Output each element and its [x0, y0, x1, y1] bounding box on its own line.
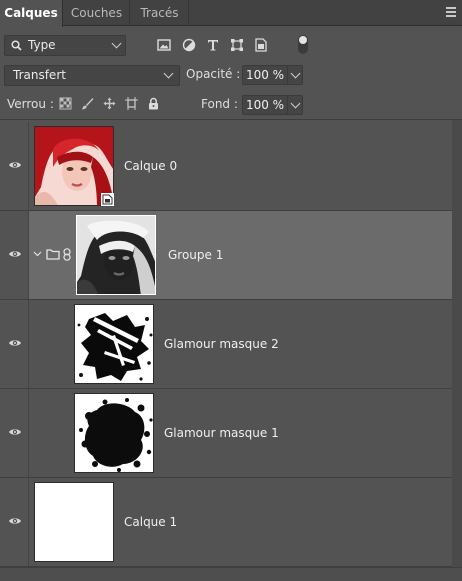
- lock-label: Verrou :: [7, 97, 54, 111]
- smart-object-badge-icon: [101, 193, 114, 206]
- panel-menu-icon[interactable]: [446, 7, 456, 17]
- eye-icon[interactable]: [8, 516, 22, 526]
- type-filter-icon[interactable]: [206, 38, 220, 52]
- eye-icon[interactable]: [8, 249, 22, 259]
- chevron-down-icon: [111, 38, 122, 49]
- opacity-dropdown-button[interactable]: [288, 65, 303, 85]
- blend-mode-value: Transfert: [13, 68, 66, 82]
- filter-kind-select[interactable]: Type: [4, 35, 126, 56]
- shape-filter-icon[interactable]: [230, 38, 244, 52]
- layer-name: Glamour masque 1: [164, 426, 279, 440]
- lock-transparent-icon[interactable]: [59, 97, 72, 110]
- lock-artboard-icon[interactable]: [125, 97, 138, 110]
- panel-footer: [0, 567, 462, 581]
- search-icon: [11, 40, 22, 51]
- image-filter-icon[interactable]: [157, 38, 171, 52]
- layer-thumbnail[interactable]: [34, 482, 114, 562]
- panel-tab-bar: Calques Couches Tracés: [0, 0, 462, 27]
- adjustment-filter-icon[interactable]: [182, 38, 196, 52]
- chevron-down-icon: [163, 68, 174, 79]
- chevron-down-icon: [290, 98, 301, 109]
- layer-row-groupe-1[interactable]: Groupe 1: [0, 211, 452, 300]
- visibility-column: [0, 211, 29, 299]
- filter-toggle-switch[interactable]: [298, 35, 308, 54]
- inverted-portrait-thumbnail: [77, 216, 155, 294]
- layer-name: Calque 0: [124, 159, 178, 173]
- lock-all-icon[interactable]: [147, 97, 160, 110]
- visibility-column: [0, 122, 29, 210]
- opacity-input[interactable]: 100 %: [242, 65, 288, 85]
- opacity-label: Opacité :: [186, 67, 241, 81]
- filter-kind-label: Type: [28, 38, 56, 52]
- fill-value: 100 %: [245, 98, 285, 112]
- chevron-down-icon: [290, 68, 301, 79]
- folder-icon: [46, 249, 60, 260]
- blend-mode-select[interactable]: Transfert: [4, 65, 180, 86]
- chain-link-icon[interactable]: [63, 248, 71, 261]
- layer-name: Groupe 1: [168, 248, 224, 262]
- layer-thumbnail[interactable]: [74, 393, 154, 473]
- layer-mask-thumbnail[interactable]: [76, 215, 156, 295]
- layer-row-calque-0[interactable]: Calque 0: [0, 122, 452, 211]
- layer-row-glamour-masque-1[interactable]: Glamour masque 1: [0, 389, 452, 478]
- layer-name: Calque 1: [124, 515, 178, 529]
- visibility-column: [0, 300, 29, 388]
- layer-row-glamour-masque-2[interactable]: Glamour masque 2: [0, 300, 452, 389]
- visibility-column: [0, 478, 29, 566]
- divider: [0, 119, 462, 120]
- lock-position-icon[interactable]: [103, 97, 116, 110]
- layer-row-calque-1[interactable]: Calque 1: [0, 478, 452, 567]
- eye-icon[interactable]: [8, 427, 22, 437]
- layer-name: Glamour masque 2: [164, 337, 279, 351]
- layer-thumbnail[interactable]: [74, 304, 154, 384]
- visibility-column: [0, 389, 29, 477]
- tab-calques[interactable]: Calques: [0, 0, 63, 27]
- brush-mask-thumbnail: [75, 305, 153, 383]
- fill-label: Fond :: [201, 97, 238, 111]
- splatter-mask-thumbnail: [75, 394, 153, 472]
- layers-scrollbar[interactable]: [452, 120, 462, 567]
- opacity-value: 100 %: [245, 68, 285, 82]
- chevron-down-icon[interactable]: [33, 251, 42, 257]
- lock-image-icon[interactable]: [81, 97, 94, 110]
- tab-traces[interactable]: Tracés: [131, 0, 189, 26]
- tab-couches[interactable]: Couches: [64, 0, 130, 26]
- fill-input[interactable]: 100 %: [242, 95, 288, 115]
- fill-dropdown-button[interactable]: [288, 95, 303, 115]
- eye-icon[interactable]: [8, 160, 22, 170]
- smart-object-filter-icon[interactable]: [254, 38, 268, 52]
- eye-icon[interactable]: [8, 338, 22, 348]
